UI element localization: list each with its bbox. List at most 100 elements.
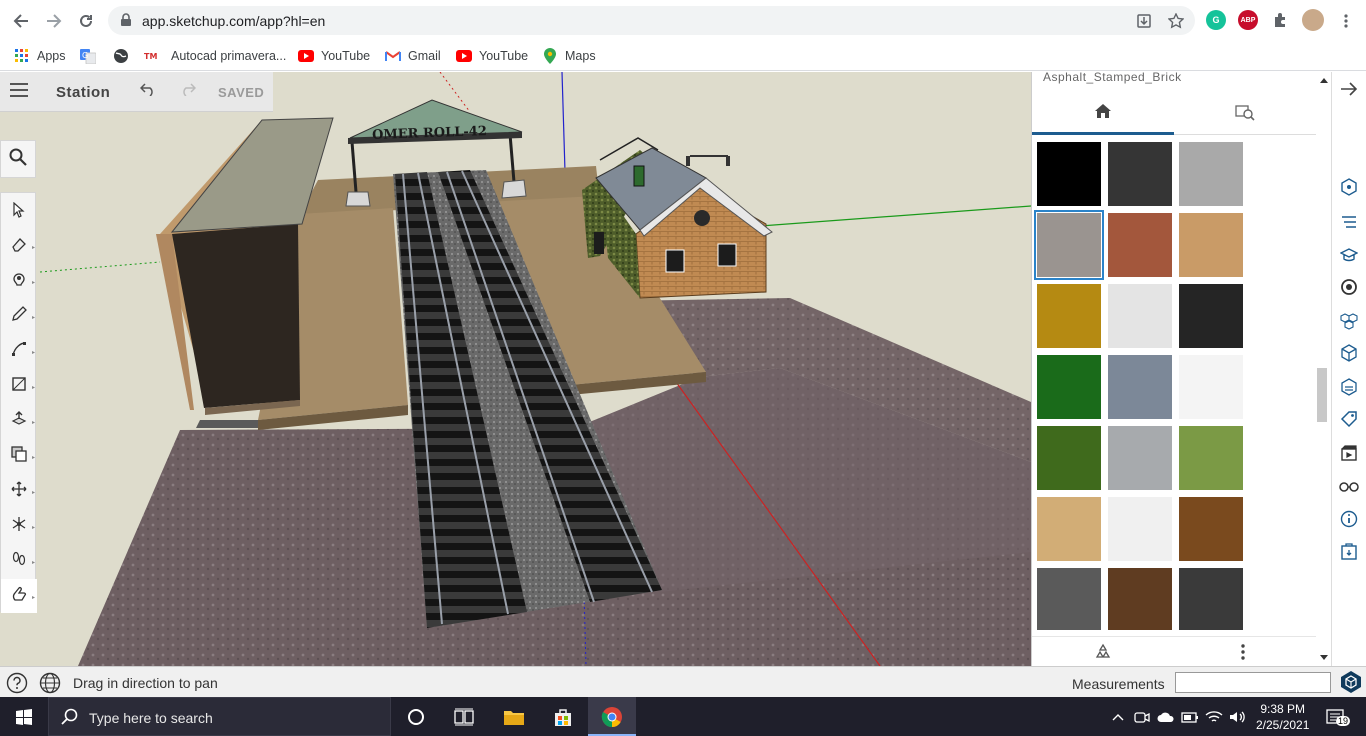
bookmark-autocad[interactable]: TM Autocad primavera... <box>144 46 286 66</box>
task-view-icon[interactable] <box>452 705 476 729</box>
undo-icon[interactable] <box>139 81 156 101</box>
paint-tool[interactable]: ▸ <box>1 264 37 298</box>
material-swatch[interactable] <box>1179 284 1243 348</box>
file-explorer-icon[interactable] <box>502 705 526 729</box>
material-swatch[interactable] <box>1037 355 1101 419</box>
walk-tool[interactable]: ▸ <box>1 544 37 578</box>
document-title[interactable]: Station <box>56 84 110 101</box>
recycle-icon[interactable] <box>1094 643 1112 666</box>
chrome-taskbar-button[interactable] <box>588 697 636 736</box>
battery-icon[interactable] <box>1178 705 1202 729</box>
adblock-icon[interactable]: ABP <box>1238 10 1258 30</box>
wifi-icon[interactable] <box>1202 705 1226 729</box>
collapse-arrow-icon[interactable] <box>1338 78 1360 100</box>
materials-panel-icon[interactable] <box>1338 276 1360 298</box>
orbit-tool[interactable]: ▸ <box>1 509 37 543</box>
address-bar[interactable]: app.sketchup.com/app?hl=en <box>108 6 1195 35</box>
onedrive-cloud-icon[interactable] <box>1154 705 1178 729</box>
hamburger-menu-icon[interactable] <box>10 83 28 99</box>
bookmark-apps[interactable]: Apps <box>14 46 66 66</box>
microsoft-store-icon[interactable] <box>551 705 575 729</box>
material-swatch[interactable] <box>1037 568 1101 630</box>
material-swatch[interactable] <box>1179 497 1243 561</box>
extension-warehouse-icon[interactable] <box>1338 540 1360 562</box>
measurements-label: Measurements <box>1072 676 1165 692</box>
bookmark-globe[interactable] <box>113 46 129 66</box>
taskbar-search[interactable]: Type here to search <box>48 697 391 736</box>
back-icon[interactable] <box>9 9 33 33</box>
material-swatch[interactable] <box>1037 284 1101 348</box>
entity-info-icon[interactable] <box>1338 176 1360 198</box>
meet-now-icon[interactable] <box>1130 705 1154 729</box>
material-swatch[interactable] <box>1108 568 1172 630</box>
display-glasses-icon[interactable] <box>1338 476 1360 498</box>
arc-tool[interactable]: ▸ <box>1 334 37 368</box>
windows-start-icon[interactable] <box>12 705 36 729</box>
info-icon[interactable] <box>1338 508 1360 530</box>
volume-icon[interactable] <box>1226 705 1250 729</box>
eraser-icon <box>11 236 27 257</box>
material-swatch[interactable] <box>1037 142 1101 206</box>
material-swatch[interactable] <box>1179 213 1243 277</box>
push-pull-tool[interactable]: ▸ <box>1 404 37 438</box>
material-swatch[interactable] <box>1179 142 1243 206</box>
install-icon[interactable] <box>1136 13 1152 34</box>
more-vertical-icon[interactable] <box>1241 643 1245 666</box>
tab-home[interactable] <box>1032 95 1174 135</box>
tab-image-search[interactable] <box>1174 95 1316 135</box>
layers-icon[interactable] <box>1338 376 1360 398</box>
taskbar-clock[interactable]: 9:38 PM 2/25/2021 <box>1256 701 1309 733</box>
components-icon[interactable] <box>1338 310 1360 332</box>
forward-icon[interactable] <box>42 9 66 33</box>
bookmark-translate[interactable]: G <box>80 46 96 66</box>
grammarly-icon[interactable]: G <box>1206 10 1226 30</box>
tags-icon[interactable] <box>1338 408 1360 430</box>
bookmark-youtube-1[interactable]: YouTube <box>298 46 370 66</box>
notifications-icon[interactable]: 19 <box>1324 705 1351 729</box>
redo-icon[interactable] <box>180 81 197 101</box>
model-viewport[interactable]: OMER ROLL-42 <box>0 72 1031 666</box>
sketchup-logo-icon[interactable] <box>1339 670 1363 699</box>
chevron-up-icon[interactable] <box>1106 705 1130 729</box>
measurements-input[interactable] <box>1175 672 1331 693</box>
bookmark-maps[interactable]: Maps <box>542 46 596 66</box>
material-swatch[interactable] <box>1179 426 1243 490</box>
material-swatch[interactable] <box>1108 426 1172 490</box>
material-swatch[interactable] <box>1108 142 1172 206</box>
select-tool[interactable] <box>1 195 37 229</box>
bookmark-star-icon[interactable] <box>1167 12 1185 34</box>
help-icon[interactable] <box>6 672 28 699</box>
material-swatch[interactable] <box>1037 426 1101 490</box>
material-swatch[interactable] <box>1179 568 1243 630</box>
offset-tool[interactable]: ▸ <box>1 439 37 473</box>
profile-avatar[interactable] <box>1302 9 1324 31</box>
material-swatch[interactable] <box>1179 355 1243 419</box>
more-icon[interactable] <box>1334 9 1358 33</box>
material-swatch[interactable] <box>1037 497 1101 561</box>
material-swatch-selected[interactable] <box>1034 210 1104 280</box>
reload-icon[interactable] <box>74 9 98 33</box>
youtube-icon <box>298 48 314 64</box>
eraser-tool[interactable]: ▸ <box>1 229 37 263</box>
material-swatch[interactable] <box>1108 497 1172 561</box>
scenes-icon[interactable] <box>1338 442 1360 464</box>
pencil-tool[interactable]: ▸ <box>1 299 37 333</box>
material-swatch[interactable] <box>1108 284 1172 348</box>
outliner-icon[interactable] <box>1338 212 1360 234</box>
bookmark-gmail[interactable]: Gmail <box>385 46 441 66</box>
material-swatch[interactable] <box>1108 213 1172 277</box>
pan-tool[interactable]: ▸ <box>1 579 37 613</box>
search-tool-button[interactable] <box>0 140 36 178</box>
move-tool[interactable]: ▸ <box>1 474 37 508</box>
left-toolbar: ▸ ▸ ▸ ▸ ▸ ▸ ▸ ▸ ▸ ▸ ▸ <box>0 192 37 613</box>
extensions-icon[interactable] <box>1270 10 1290 30</box>
globe-geolocation-icon[interactable] <box>39 672 61 699</box>
bookmark-youtube-2[interactable]: YouTube <box>456 46 528 66</box>
scrollbar-thumb[interactable] <box>1317 368 1327 422</box>
material-swatch[interactable] <box>1108 355 1172 419</box>
rectangle-tool[interactable]: ▸ <box>1 369 37 403</box>
instructor-icon[interactable] <box>1338 244 1360 266</box>
styles-icon[interactable] <box>1338 342 1360 364</box>
station-sign-text: OMER ROLL-42 <box>372 124 487 143</box>
cortana-icon[interactable] <box>404 705 428 729</box>
